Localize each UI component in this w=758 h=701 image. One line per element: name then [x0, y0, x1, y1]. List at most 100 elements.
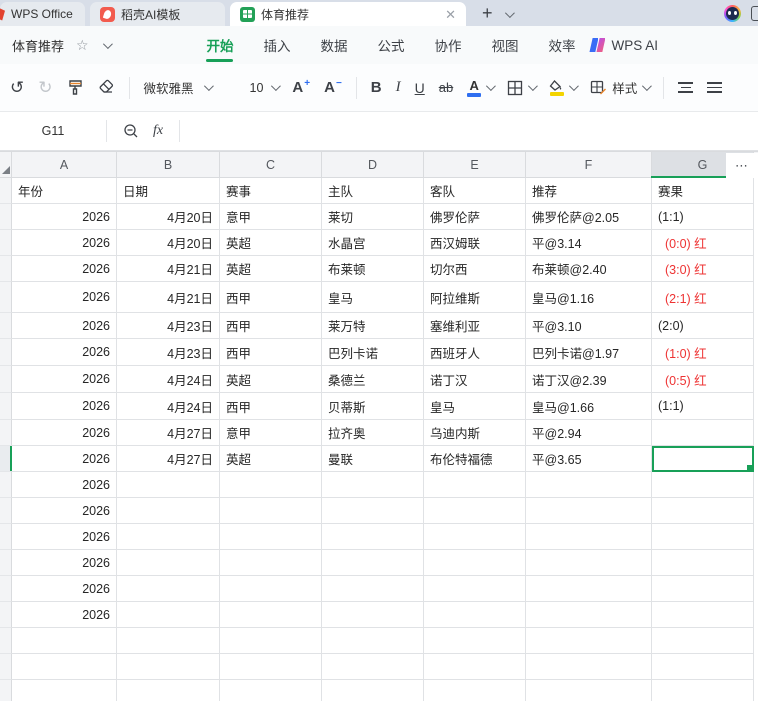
cell-B20[interactable] [117, 680, 220, 701]
tab-list-chevron-icon[interactable] [504, 8, 515, 19]
column-header-F[interactable]: F [526, 152, 652, 177]
cell-G17[interactable] [652, 602, 754, 628]
cell-B8[interactable]: 4月24日 [117, 366, 220, 393]
font-name-select[interactable]: 微软雅黑 [144, 78, 236, 97]
cell-D10[interactable]: 拉齐奥 [322, 420, 424, 446]
column-header-C[interactable]: C [220, 152, 322, 177]
cell-B4[interactable]: 4月21日 [117, 256, 220, 282]
redo-icon[interactable]: ↻ [38, 79, 52, 96]
cell-E12[interactable] [424, 472, 526, 498]
cell-B19[interactable] [117, 654, 220, 680]
cell-E7[interactable]: 西班牙人 [424, 339, 526, 366]
cell-G2[interactable]: (1:1) [652, 204, 754, 230]
cell-B6[interactable]: 4月23日 [117, 313, 220, 339]
tab-sports-recommend[interactable]: 体育推荐 ✕ [230, 2, 466, 26]
zoom-search-icon[interactable] [123, 123, 139, 139]
cell-A3[interactable]: 2026 [12, 230, 117, 256]
cell-A17[interactable]: 2026 [12, 602, 117, 628]
cell-C16[interactable] [220, 576, 322, 602]
row-header-16[interactable] [0, 576, 12, 602]
cell-E15[interactable] [424, 550, 526, 576]
cell-F12[interactable] [526, 472, 652, 498]
cell-D17[interactable] [322, 602, 424, 628]
cell-A1[interactable]: 年份 [12, 178, 117, 204]
cell-D12[interactable] [322, 472, 424, 498]
row-header-5[interactable] [0, 282, 12, 313]
favorite-star-icon[interactable]: ☆ [76, 37, 89, 54]
cell-B16[interactable] [117, 576, 220, 602]
cell-D20[interactable] [322, 680, 424, 701]
increase-font-button[interactable]: A + [292, 78, 310, 96]
cell-A12[interactable]: 2026 [12, 472, 117, 498]
cell-B15[interactable] [117, 550, 220, 576]
cell-E2[interactable]: 佛罗伦萨 [424, 204, 526, 230]
cell-G13[interactable] [652, 498, 754, 524]
cell-E4[interactable]: 切尔西 [424, 256, 526, 282]
row-header-14[interactable] [0, 524, 12, 550]
cell-name-box[interactable]: G11 [0, 124, 106, 138]
cell-F2[interactable]: 佛罗伦萨@2.05 [526, 204, 652, 230]
cell-G7[interactable]: (1:0) 红 [652, 339, 754, 366]
menu-item-开始[interactable]: 开始 [206, 26, 234, 64]
cell-C18[interactable] [220, 628, 322, 654]
cell-G14[interactable] [652, 524, 754, 550]
cell-E19[interactable] [424, 654, 526, 680]
cell-G20[interactable] [652, 680, 754, 701]
cell-F18[interactable] [526, 628, 652, 654]
menu-item-效率[interactable]: 效率 [548, 26, 575, 64]
cell-F15[interactable] [526, 550, 652, 576]
cell-F17[interactable] [526, 602, 652, 628]
cell-E14[interactable] [424, 524, 526, 550]
align-left-icon[interactable] [678, 82, 694, 93]
font-size-select[interactable]: 10 [250, 81, 282, 95]
row-header-3[interactable] [0, 230, 12, 256]
row-header-18[interactable] [0, 628, 12, 654]
cell-B9[interactable]: 4月24日 [117, 393, 220, 420]
cell-A15[interactable]: 2026 [12, 550, 117, 576]
cell-C2[interactable]: 意甲 [220, 204, 322, 230]
cell-F6[interactable]: 平@3.10 [526, 313, 652, 339]
cell-F20[interactable] [526, 680, 652, 701]
underline-button[interactable]: U [415, 80, 425, 96]
cell-F9[interactable]: 皇马@1.66 [526, 393, 652, 420]
cell-D11[interactable]: 曼联 [322, 446, 424, 472]
cell-D18[interactable] [322, 628, 424, 654]
tab-docer-ai-templates[interactable]: 稻壳AI模板 [90, 2, 225, 26]
cell-G16[interactable] [652, 576, 754, 602]
cell-C13[interactable] [220, 498, 322, 524]
row-header-7[interactable] [0, 339, 12, 366]
tab-wps-office[interactable]: WPS Office [0, 2, 85, 26]
cell-D3[interactable]: 水晶宫 [322, 230, 424, 256]
cell-G10[interactable] [652, 420, 754, 446]
cell-E8[interactable]: 诺丁汉 [424, 366, 526, 393]
menu-item-协作[interactable]: 协作 [434, 26, 461, 64]
column-header-E[interactable]: E [424, 152, 526, 177]
cell-G8[interactable]: (0:5) 红 [652, 366, 754, 393]
close-tab-icon[interactable]: ✕ [445, 8, 456, 21]
cell-C6[interactable]: 西甲 [220, 313, 322, 339]
cell-E10[interactable]: 乌迪内斯 [424, 420, 526, 446]
cell-F7[interactable]: 巴列卡诺@1.97 [526, 339, 652, 366]
cell-D9[interactable]: 贝蒂斯 [322, 393, 424, 420]
cell-B13[interactable] [117, 498, 220, 524]
row-header-1[interactable] [0, 178, 12, 204]
cell-F5[interactable]: 皇马@1.16 [526, 282, 652, 313]
row-header-15[interactable] [0, 550, 12, 576]
cell-A18[interactable] [12, 628, 117, 654]
cell-C5[interactable]: 西甲 [220, 282, 322, 313]
row-header-11[interactable] [0, 446, 12, 472]
cell-E5[interactable]: 阿拉维斯 [424, 282, 526, 313]
cell-D13[interactable] [322, 498, 424, 524]
cell-D14[interactable] [322, 524, 424, 550]
window-copy-icon[interactable] [751, 5, 758, 21]
cell-G19[interactable] [652, 654, 754, 680]
cell-E9[interactable]: 皇马 [424, 393, 526, 420]
cell-B3[interactable]: 4月20日 [117, 230, 220, 256]
cell-D19[interactable] [322, 654, 424, 680]
italic-button[interactable]: I [396, 79, 401, 96]
cell-G5[interactable]: (2:1) 红 [652, 282, 754, 313]
cell-F11[interactable]: 平@3.65 [526, 446, 652, 472]
cell-D5[interactable]: 皇马 [322, 282, 424, 313]
cell-B18[interactable] [117, 628, 220, 654]
row-header-6[interactable] [0, 313, 12, 339]
